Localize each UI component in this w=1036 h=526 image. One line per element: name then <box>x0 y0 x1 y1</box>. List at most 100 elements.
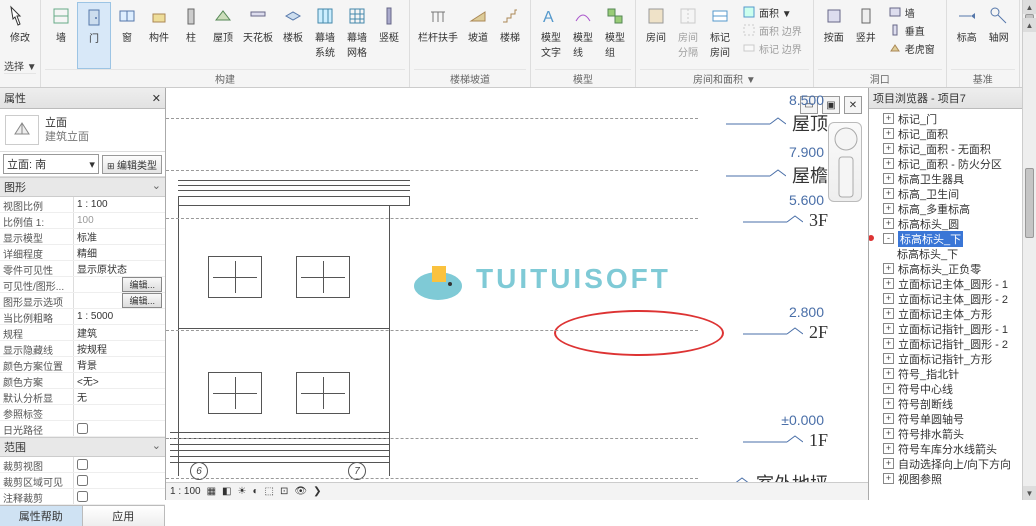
tree-item[interactable]: +符号中心线 <box>869 381 1036 396</box>
column-button[interactable]: 柱 <box>175 2 207 69</box>
component-button[interactable]: 构件 <box>143 2 175 69</box>
property-row[interactable]: 显示模型标准 <box>0 229 165 245</box>
crop-visible-icon[interactable]: ⊡ <box>280 486 288 497</box>
level-marker[interactable]: 2.8002F <box>743 322 828 343</box>
hide-isolate-icon[interactable]: 👁 <box>294 486 307 497</box>
select-dropdown[interactable]: 选择 ▼ <box>4 58 37 73</box>
tree-item[interactable]: +立面标记指针_圆形 - 1 <box>869 321 1036 336</box>
by-face-button[interactable]: 按面 <box>818 2 850 69</box>
property-row[interactable]: 裁剪视图 <box>0 457 165 473</box>
tree-item[interactable]: +符号_指北针 <box>869 366 1036 381</box>
view-close-button[interactable]: ✕ <box>844 96 862 114</box>
tree-item[interactable]: +符号排水箭头 <box>869 426 1036 441</box>
dormer-button[interactable]: 老虎窗 <box>885 40 939 57</box>
railing-button[interactable]: 栏杆扶手 <box>414 2 462 69</box>
level-button[interactable]: 标高 <box>951 2 983 69</box>
tree-item[interactable]: +标记_面积 - 无面积 <box>869 141 1036 156</box>
grid-button[interactable]: 轴网 <box>983 2 1015 69</box>
level-marker[interactable]: ±0.0001F <box>743 430 828 451</box>
shadows-icon[interactable]: ◐ <box>252 486 258 497</box>
properties-apply-button[interactable]: 应用 <box>83 506 166 526</box>
visual-style-icon[interactable]: ◧ <box>222 486 231 497</box>
level-marker[interactable]: 5.6003F <box>743 210 828 231</box>
prop-category-extent[interactable]: 范围⌄ <box>0 437 165 457</box>
tree-item[interactable]: +标高卫生器具 <box>869 171 1036 186</box>
tree-item[interactable]: +标高_多重标高 <box>869 201 1036 216</box>
property-row[interactable]: 零件可见性显示原状态 <box>0 261 165 277</box>
tree-item[interactable]: +立面标记主体_方形 <box>869 306 1036 321</box>
door-button[interactable]: 门 <box>77 2 111 69</box>
property-row[interactable]: 当比例粗略度...1 : 5000 <box>0 309 165 325</box>
area-boundary-button[interactable]: 面积 边界 <box>739 22 806 39</box>
drawing-canvas[interactable]: TUITUISOFT 6 7 ▭ ▣ ✕ 8.500屋顶7.900屋檐5.600… <box>166 88 868 500</box>
tree-item[interactable]: +标高_卫生间 <box>869 186 1036 201</box>
area-button[interactable]: 面积 ▼ <box>739 4 806 21</box>
room-sep-button[interactable]: 房间 分隔 <box>672 2 704 69</box>
project-browser-tree[interactable]: +标记_门+标记_面积+标记_面积 - 无面积+标记_面积 - 防火分区+标高卫… <box>869 109 1036 500</box>
property-row[interactable]: 可见性/图形...编辑... <box>0 277 165 293</box>
properties-help-button[interactable]: 属性帮助 <box>0 506 83 526</box>
crop-icon[interactable]: ⬚ <box>265 486 274 497</box>
property-row[interactable]: 比例值 1:100 <box>0 213 165 229</box>
model-line-button[interactable]: 模型 线 <box>567 2 599 69</box>
room-button[interactable]: 房间 <box>640 2 672 69</box>
property-row[interactable]: 颜色方案<无> <box>0 373 165 389</box>
property-row[interactable]: 日光路径 <box>0 421 165 437</box>
property-row[interactable]: 默认分析显示...无 <box>0 389 165 405</box>
close-properties-button[interactable]: ✕ <box>152 92 161 105</box>
level-marker[interactable]: 8.500屋顶 <box>726 110 828 136</box>
ramp-button[interactable]: 坡道 <box>462 2 494 69</box>
tree-item[interactable]: +标高标头_正负零 <box>869 261 1036 276</box>
wall-opening-button[interactable]: 墙 <box>885 4 939 21</box>
property-row[interactable]: 详细程度精细 <box>0 245 165 261</box>
tree-item[interactable]: +标高标头_圆 <box>869 216 1036 231</box>
tree-item[interactable]: +标记_门 <box>869 111 1036 126</box>
property-row[interactable]: 图形显示选项编辑... <box>0 293 165 309</box>
edit-type-button[interactable]: ⊞ 编辑类型 <box>102 155 162 174</box>
browser-scrollbar[interactable]: ▲▼ <box>1022 18 1036 500</box>
property-row[interactable]: 视图比例1 : 100 <box>0 197 165 213</box>
tag-room-button[interactable]: 标记 房间 <box>704 2 736 69</box>
navigation-bar[interactable] <box>828 122 862 202</box>
floor-button[interactable]: 楼板 <box>277 2 309 69</box>
property-row[interactable]: 裁剪区域可见 <box>0 473 165 489</box>
tree-item[interactable]: +符号剖断线 <box>869 396 1036 411</box>
model-text-button[interactable]: A模型 文字 <box>535 2 567 69</box>
tree-item[interactable]: +符号单圆轴号 <box>869 411 1036 426</box>
stair-button[interactable]: 楼梯 <box>494 2 526 69</box>
detail-level-icon[interactable]: ▦ <box>207 486 216 497</box>
view-scale[interactable]: 1 : 100 <box>170 486 201 497</box>
model-group-button[interactable]: 模型 组 <box>599 2 631 69</box>
tree-item[interactable]: -标高标头_下 <box>869 231 1036 246</box>
vertical-opening-button[interactable]: 垂直 <box>885 22 939 39</box>
tree-item[interactable]: +立面标记主体_圆形 - 2 <box>869 291 1036 306</box>
mullion-button[interactable]: 竖梃 <box>373 2 405 69</box>
tree-item[interactable]: +立面标记主体_圆形 - 1 <box>869 276 1036 291</box>
property-row[interactable]: 颜色方案位置背景 <box>0 357 165 373</box>
sun-path-icon[interactable]: ☀ <box>238 486 247 497</box>
property-row[interactable]: 规程建筑 <box>0 325 165 341</box>
tree-item[interactable]: +标记_面积 - 防火分区 <box>869 156 1036 171</box>
roof-button[interactable]: 屋顶 <box>207 2 239 69</box>
tree-item[interactable]: +自动选择向上/向下方向 <box>869 456 1036 471</box>
property-row[interactable]: 参照标签 <box>0 405 165 421</box>
tree-item[interactable]: +立面标记指针_方形 <box>869 351 1036 366</box>
curtain-system-button[interactable]: 幕墙 系统 <box>309 2 341 69</box>
window-button[interactable]: 窗 <box>111 2 143 69</box>
curtain-grid-button[interactable]: 幕墙 网格 <box>341 2 373 69</box>
wall-button[interactable]: 墙 <box>45 2 77 69</box>
tree-item[interactable]: 标高标头_下 <box>869 246 1036 261</box>
property-row[interactable]: 注释裁剪 <box>0 489 165 505</box>
tree-item[interactable]: +立面标记指针_圆形 - 2 <box>869 336 1036 351</box>
prop-category-graphics[interactable]: 图形⌄ <box>0 177 165 197</box>
level-marker[interactable]: 7.900屋檐 <box>726 162 828 188</box>
shaft-button[interactable]: 竖井 <box>850 2 882 69</box>
ceiling-button[interactable]: 天花板 <box>239 2 277 69</box>
tree-item[interactable]: +符号车库分水线箭头 <box>869 441 1036 456</box>
tag-area-button[interactable]: 标记 边界 <box>739 40 806 57</box>
tree-item[interactable]: +视图参照 <box>869 471 1036 486</box>
type-selector-icon[interactable] <box>5 115 39 145</box>
tree-item[interactable]: +标记_面积 <box>869 126 1036 141</box>
reveal-icon[interactable]: ❯ <box>313 486 321 497</box>
property-row[interactable]: 显示隐藏线按规程 <box>0 341 165 357</box>
